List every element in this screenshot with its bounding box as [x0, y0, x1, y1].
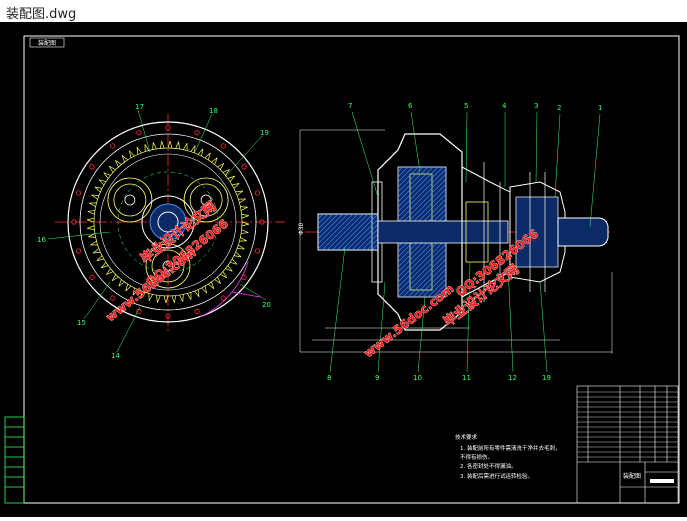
bolt-hole	[255, 191, 259, 195]
ring-gear-tooth	[240, 207, 247, 208]
planet-gear	[108, 178, 152, 222]
right-label-10: 10	[413, 374, 422, 382]
ring-gear-tooth	[242, 224, 249, 226]
tech-req-title: 技术要求	[455, 433, 478, 441]
ring-gear-tooth	[179, 142, 180, 149]
ring-gear-tooth	[89, 203, 95, 207]
ring-gear-tooth	[88, 211, 95, 214]
right-label-8: 8	[327, 374, 331, 382]
planet-gear-inner	[114, 184, 146, 216]
ring-gear-tooth	[183, 294, 184, 301]
right-label-4: 4	[502, 102, 507, 110]
tech-req-line-3: 2. 各密封处不得漏油。	[460, 462, 517, 470]
ring-gear-tooth	[153, 142, 154, 149]
bolt-hole	[137, 309, 141, 313]
bolt-hole	[242, 165, 246, 169]
bolt-hole	[195, 130, 199, 134]
ring-gear-tooth	[153, 142, 156, 149]
tech-req-line-4: 3. 装配后需进行试运转检验。	[460, 472, 533, 480]
ring-gear-tooth	[180, 295, 183, 302]
ring-gear-tooth	[157, 296, 160, 303]
ring-gear-tooth	[183, 143, 187, 149]
ring-gear-tooth	[87, 218, 94, 220]
bolt-hole	[255, 249, 259, 253]
gearbox-longitudinal-section: Φ30	[298, 102, 612, 382]
dimension-left: Φ30	[298, 222, 305, 235]
ring-gear-tooth	[88, 210, 95, 211]
title-block-name: 装配图	[623, 472, 641, 480]
ring-gear-tooth	[242, 214, 249, 215]
ring-gear-tooth	[176, 142, 179, 149]
bolt-hole	[76, 249, 80, 253]
cad-canvas[interactable]: 装配图	[0, 22, 687, 517]
planetary-gear-end-view: 17 18 19 16 15 14 20	[37, 103, 285, 360]
bolt-hole	[221, 144, 225, 148]
bolt-hole	[90, 275, 94, 279]
ring-gear-tooth	[239, 199, 245, 203]
tech-req-line-2: 不得有损伤。	[460, 453, 493, 461]
right-label-6: 6	[408, 102, 413, 110]
ring-gear-tooth	[241, 233, 248, 234]
planet-pin	[125, 195, 135, 205]
left-label-19: 19	[260, 129, 269, 137]
ring-gear-tooth	[164, 296, 166, 303]
top-left-tag: 装配图	[38, 39, 56, 47]
technical-requirements: 技术要求 1. 装配前所有零件需清洗干净并去毛刺， 不得有损伤。 2. 各密封处…	[455, 433, 561, 480]
left-label-16: 16	[37, 236, 46, 244]
right-label-11: 11	[462, 374, 471, 382]
ring-gear-tooth	[240, 237, 246, 241]
right-label-19b: 19	[542, 374, 551, 382]
ring-gear-tooth	[242, 230, 249, 233]
left-label-17: 17	[135, 103, 144, 111]
ring-gear-tooth	[149, 294, 153, 300]
ring-gear-tooth	[87, 228, 94, 229]
ring-gear-tooth	[242, 216, 249, 218]
right-label-5: 5	[464, 102, 468, 110]
window-title-bar: 装配图.dwg	[0, 0, 687, 23]
right-label-9: 9	[375, 374, 379, 382]
right-label-3: 3	[534, 102, 538, 110]
right-label-12: 12	[508, 374, 517, 382]
ring-gear-tooth	[170, 141, 172, 148]
ring-gear-tooth	[90, 241, 96, 245]
bolt-hole	[111, 296, 115, 300]
title-block-bar	[650, 479, 674, 483]
right-label-2: 2	[557, 104, 561, 112]
bolt-hole	[137, 130, 141, 134]
bolt-hole	[76, 191, 80, 195]
left-label-14: 14	[111, 352, 120, 360]
right-label-7: 7	[348, 102, 352, 110]
ring-gear-tooth	[88, 237, 95, 238]
left-margin-table	[5, 417, 24, 503]
left-label-18: 18	[209, 107, 218, 115]
title-block	[577, 386, 678, 503]
bolt-hole	[90, 165, 94, 169]
ring-gear-tooth	[187, 293, 191, 299]
ring-gear-tooth	[241, 207, 248, 210]
ring-gear-tooth	[160, 141, 161, 148]
ring-gear-tooth	[156, 295, 157, 302]
window-title: 装配图.dwg	[6, 3, 76, 22]
left-label-20: 20	[262, 301, 271, 309]
ring-gear-tooth	[174, 296, 175, 303]
drawing-svg: 装配图	[0, 22, 687, 517]
right-label-1: 1	[598, 104, 602, 112]
ring-gear-tooth	[162, 141, 164, 148]
bolt-hole	[195, 309, 199, 313]
tech-req-line-1: 1. 装配前所有零件需清洗干净并去毛刺，	[460, 444, 561, 452]
bolt-hole	[111, 144, 115, 148]
ring-gear-tooth	[172, 296, 174, 303]
left-label-15: 15	[77, 319, 86, 327]
ring-gear-tooth	[87, 226, 94, 228]
